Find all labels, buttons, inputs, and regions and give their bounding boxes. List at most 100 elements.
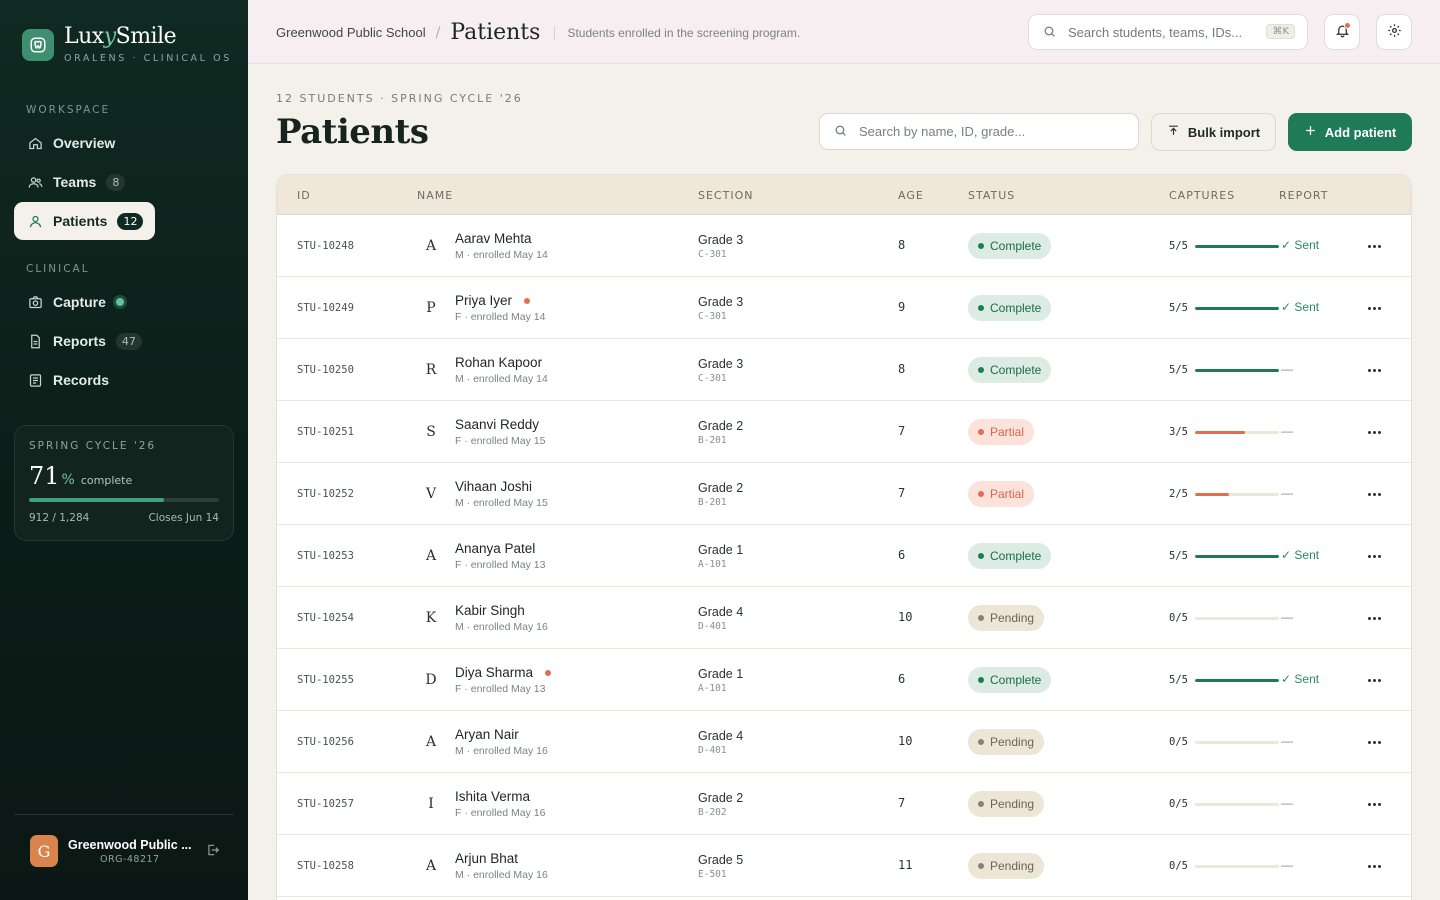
table-row[interactable]: STU-10253 A Ananya Patel F · enrolled May 1… bbox=[277, 525, 1411, 587]
patient-room: D-401 bbox=[698, 745, 727, 756]
column-header-status[interactable]: STATUS bbox=[968, 189, 1015, 202]
status-badge: Pending bbox=[968, 791, 1045, 817]
patient-name[interactable]: Kabir Singh bbox=[455, 603, 525, 618]
table-row[interactable]: STU-10251 S Saanvi Reddy F · enrolled May 1… bbox=[277, 401, 1411, 463]
sidebar-item-teams[interactable]: Teams 8 bbox=[14, 163, 155, 201]
row-actions-menu-icon[interactable] bbox=[1365, 609, 1383, 627]
status-badge: Pending bbox=[968, 605, 1045, 631]
capture-progress-bar bbox=[1195, 803, 1279, 806]
logout-icon[interactable] bbox=[206, 842, 220, 861]
column-header-section[interactable]: SECTION bbox=[698, 189, 753, 202]
report-status: — bbox=[1281, 486, 1293, 500]
status-badge: Pending bbox=[968, 853, 1045, 879]
cycle-progress-card[interactable]: SPRING CYCLE '26 71 % complete 912 / 1,2… bbox=[14, 425, 234, 541]
column-header-id[interactable]: ID bbox=[297, 189, 311, 202]
patient-name-cell[interactable]: Diya Sharma bbox=[455, 665, 552, 680]
avatar: I bbox=[428, 796, 434, 812]
patient-name[interactable]: Aryan Nair bbox=[455, 727, 519, 742]
patient-name-cell[interactable]: Arjun Bhat bbox=[455, 851, 518, 866]
patient-id: STU-10258 bbox=[297, 860, 354, 872]
patient-room: C-301 bbox=[698, 373, 727, 384]
table-row[interactable]: STU-10256 A Aryan Nair M · enrolled May 16 G… bbox=[277, 711, 1411, 773]
row-actions-menu-icon[interactable] bbox=[1365, 237, 1383, 255]
patient-name-cell[interactable]: Kabir Singh bbox=[455, 603, 525, 618]
patient-age: 7 bbox=[898, 424, 906, 438]
row-actions-menu-icon[interactable] bbox=[1365, 795, 1383, 813]
patients-count-badge: 12 bbox=[117, 212, 144, 230]
capture-progress-fill bbox=[1195, 307, 1279, 310]
notifications-button[interactable] bbox=[1324, 14, 1360, 50]
table-row[interactable]: STU-10255 D Diya Sharma F · enrolled May 13… bbox=[277, 649, 1411, 711]
patient-age: 6 bbox=[898, 548, 906, 562]
patient-grade: Grade 3 bbox=[698, 295, 744, 309]
row-actions-menu-icon[interactable] bbox=[1365, 299, 1383, 317]
sidebar-item-reports[interactable]: Reports 47 bbox=[14, 322, 155, 360]
table-row[interactable]: STU-10258 A Arjun Bhat M · enrolled May 16 G… bbox=[277, 835, 1411, 897]
report-status[interactable]: ✓ Sent bbox=[1281, 548, 1319, 562]
patient-name-cell[interactable]: Aarav Mehta bbox=[455, 231, 532, 246]
report-status: — bbox=[1281, 796, 1293, 810]
avatar: A bbox=[425, 238, 437, 254]
row-actions-menu-icon[interactable] bbox=[1365, 857, 1383, 875]
row-actions-menu-icon[interactable] bbox=[1365, 361, 1383, 379]
patient-name[interactable]: Arjun Bhat bbox=[455, 851, 518, 866]
patient-name[interactable]: Aarav Mehta bbox=[455, 231, 532, 246]
sidebar-item-records[interactable]: Records bbox=[14, 361, 155, 399]
patient-name-cell[interactable]: Vihaan Joshi bbox=[455, 479, 532, 494]
capture-progress-bar bbox=[1195, 679, 1279, 682]
report-status[interactable]: ✓ Sent bbox=[1281, 672, 1319, 686]
report-status[interactable]: ✓ Sent bbox=[1281, 238, 1319, 252]
row-actions-menu-icon[interactable] bbox=[1365, 733, 1383, 751]
patient-name-cell[interactable]: Ananya Patel bbox=[455, 541, 535, 556]
patient-name[interactable]: Saanvi Reddy bbox=[455, 417, 539, 432]
sidebar-item-label: Patients bbox=[53, 213, 108, 229]
sidebar-item-capture[interactable]: Capture bbox=[14, 283, 155, 321]
patient-name[interactable]: Diya Sharma bbox=[455, 665, 533, 680]
table-row[interactable]: STU-10250 R Rohan Kapoor M · enrolled May 1… bbox=[277, 339, 1411, 401]
global-search-input[interactable]: Search students, teams, IDs... ⌘K bbox=[1028, 14, 1308, 50]
brand[interactable]: LuxySmile ORALENS · CLINICAL OS bbox=[22, 26, 232, 64]
table-body: STU-10248 A Aarav Mehta M · enrolled May 14… bbox=[277, 215, 1411, 897]
settings-button[interactable] bbox=[1376, 14, 1412, 50]
patient-name[interactable]: Vihaan Joshi bbox=[455, 479, 532, 494]
patient-name[interactable]: Priya Iyer bbox=[455, 293, 512, 308]
sidebar-item-patients[interactable]: Patients 12 bbox=[14, 202, 155, 240]
attention-flag-icon bbox=[524, 297, 531, 304]
user-icon bbox=[27, 213, 43, 229]
column-header-name[interactable]: NAME bbox=[417, 189, 453, 202]
patient-name-cell[interactable]: Saanvi Reddy bbox=[455, 417, 539, 432]
column-header-age[interactable]: AGE bbox=[898, 189, 924, 202]
org-switcher[interactable]: G Greenwood Public ... ORG-48217 bbox=[14, 814, 234, 867]
report-status[interactable]: ✓ Sent bbox=[1281, 300, 1319, 314]
sidebar-item-overview[interactable]: Overview bbox=[14, 124, 155, 162]
patient-name-cell[interactable]: Rohan Kapoor bbox=[455, 355, 542, 370]
patient-name-cell[interactable]: Priya Iyer bbox=[455, 293, 531, 308]
patient-name[interactable]: Ishita Verma bbox=[455, 789, 530, 804]
patient-room: A-101 bbox=[698, 559, 727, 570]
patient-search-input[interactable]: Search by name, ID, grade... bbox=[819, 113, 1139, 150]
row-actions-menu-icon[interactable] bbox=[1365, 423, 1383, 441]
patient-enrollment: F · enrolled May 14 bbox=[455, 311, 546, 323]
add-patient-button[interactable]: Add patient bbox=[1288, 113, 1412, 151]
patient-name[interactable]: Ananya Patel bbox=[455, 541, 535, 556]
brand-name: LuxySmile bbox=[64, 24, 177, 49]
table-row[interactable]: STU-10248 A Aarav Mehta M · enrolled May 14… bbox=[277, 215, 1411, 277]
column-header-captures[interactable]: CAPTURES bbox=[1169, 189, 1235, 202]
capture-progress-bar bbox=[1195, 369, 1279, 372]
row-actions-menu-icon[interactable] bbox=[1365, 671, 1383, 689]
table-row[interactable]: STU-10252 V Vihaan Joshi M · enrolled May 1… bbox=[277, 463, 1411, 525]
breadcrumb-org[interactable]: Greenwood Public School bbox=[276, 25, 426, 40]
row-actions-menu-icon[interactable] bbox=[1365, 547, 1383, 565]
table-row[interactable]: STU-10249 P Priya Iyer F · enrolled May 14 G… bbox=[277, 277, 1411, 339]
table-row[interactable]: STU-10254 K Kabir Singh M · enrolled May 16… bbox=[277, 587, 1411, 649]
patient-age: 10 bbox=[898, 610, 913, 624]
capture-progress-bar bbox=[1195, 617, 1279, 620]
row-actions-menu-icon[interactable] bbox=[1365, 485, 1383, 503]
patient-name-cell[interactable]: Aryan Nair bbox=[455, 727, 519, 742]
patient-name-cell[interactable]: Ishita Verma bbox=[455, 789, 530, 804]
column-header-report[interactable]: REPORT bbox=[1279, 189, 1328, 202]
add-patient-label: Add patient bbox=[1324, 124, 1397, 140]
bulk-import-button[interactable]: Bulk import bbox=[1151, 113, 1276, 151]
table-row[interactable]: STU-10257 I Ishita Verma F · enrolled May 1… bbox=[277, 773, 1411, 835]
patient-name[interactable]: Rohan Kapoor bbox=[455, 355, 542, 370]
